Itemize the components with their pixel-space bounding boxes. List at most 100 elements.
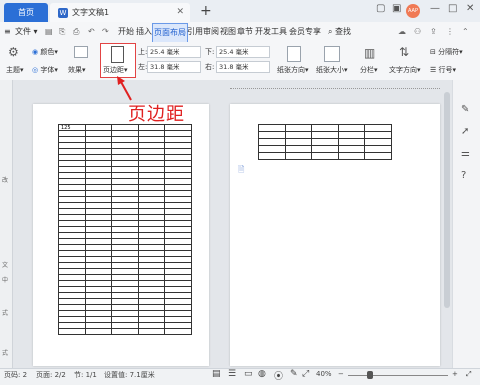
table-cell[interactable] xyxy=(337,152,366,160)
paper-size-button[interactable]: 纸张大小▾ xyxy=(316,65,348,75)
zoom-in-icon[interactable]: + xyxy=(452,370,458,378)
table-cell[interactable] xyxy=(137,328,166,335)
orientation-button[interactable]: 纸张方向▾ xyxy=(277,65,309,75)
window-layout-icon[interactable]: ▣ xyxy=(392,3,401,14)
table-cell[interactable] xyxy=(284,131,313,139)
colors-button[interactable]: ◉ 颜色▾ xyxy=(32,47,58,57)
table-cell[interactable] xyxy=(84,328,113,335)
table-cell[interactable] xyxy=(284,145,313,153)
table-cell[interactable] xyxy=(337,145,366,153)
page-view-icon[interactable]: ▤ xyxy=(212,369,221,379)
fonts-button[interactable]: ◎ 字体▾ xyxy=(32,65,58,75)
table-cell[interactable] xyxy=(258,152,286,160)
quick-export-icon[interactable]: ⎘ xyxy=(59,22,65,42)
table-cell[interactable] xyxy=(364,138,392,146)
table-cell[interactable] xyxy=(111,328,139,335)
redo-icon[interactable]: ↷ xyxy=(102,22,109,42)
menu-item[interactable]: 插入 xyxy=(136,22,152,42)
eye-protect-icon[interactable]: ⦿ xyxy=(274,369,283,382)
table-cell[interactable] xyxy=(311,131,339,139)
undo-icon[interactable]: ↶ xyxy=(88,22,95,42)
breaks-button[interactable]: ⊟ 分隔符▾ xyxy=(430,47,463,57)
table-cell[interactable] xyxy=(164,328,192,335)
table-cell[interactable] xyxy=(337,131,366,139)
effects-button[interactable]: 效果▾ xyxy=(68,65,86,75)
table-cell[interactable] xyxy=(311,152,339,160)
table-cell[interactable] xyxy=(258,124,286,132)
tab-home[interactable]: 首页 xyxy=(4,3,48,22)
edit-pen-icon[interactable]: ✎ xyxy=(461,104,469,115)
top-margin-field[interactable]: 25.4 毫米 xyxy=(147,46,201,58)
fullscreen-icon[interactable]: ⤢ xyxy=(302,369,309,379)
more-icon[interactable]: ⋮ xyxy=(446,22,454,42)
columns-button[interactable]: 分栏▾ xyxy=(360,65,378,75)
collaborate-icon[interactable]: ⚇ xyxy=(414,22,421,42)
theme-button[interactable]: 主题▾ xyxy=(6,65,24,75)
cloud-sync-icon[interactable]: ☁ xyxy=(398,22,406,42)
share-icon[interactable]: ⇪ xyxy=(430,22,437,42)
menu-item[interactable]: 开始 xyxy=(118,22,134,42)
table-cell[interactable] xyxy=(364,124,392,132)
settings-sliders-icon[interactable]: ⚌ xyxy=(461,148,470,159)
line-numbers-button[interactable]: ☰ 行号▾ xyxy=(430,65,456,75)
menu-item[interactable]: 视图 xyxy=(220,22,236,42)
effects-icon[interactable] xyxy=(74,46,88,58)
menu-item[interactable]: 审阅 xyxy=(203,22,219,42)
menu-file[interactable]: 文件 ▾ xyxy=(15,22,38,42)
table-cell[interactable] xyxy=(311,138,339,146)
table-cell[interactable] xyxy=(284,138,313,146)
read-view-icon[interactable]: ▭ xyxy=(244,369,253,379)
zoom-slider-handle[interactable] xyxy=(367,371,373,379)
close-window-icon[interactable]: ✕ xyxy=(466,3,474,14)
hamburger-icon[interactable]: ≡ xyxy=(4,22,11,42)
outline-view-icon[interactable]: ☰ xyxy=(228,369,236,379)
window-restore-icon[interactable]: ▢ xyxy=(376,3,385,14)
table-cell[interactable] xyxy=(364,152,392,160)
search-box[interactable]: ⌕ 查找 xyxy=(328,26,364,38)
menu-item[interactable]: 开发工具 xyxy=(255,22,287,42)
table-row xyxy=(258,152,392,160)
vertical-scrollbar[interactable] xyxy=(444,92,450,308)
table-cell[interactable] xyxy=(337,124,366,132)
table-cell[interactable] xyxy=(258,131,286,139)
zoom-slider[interactable] xyxy=(348,375,448,376)
table-cell[interactable] xyxy=(284,152,313,160)
fit-page-icon[interactable]: ⤢ xyxy=(466,370,472,379)
collapse-ribbon-icon[interactable]: ⌃ xyxy=(462,22,469,42)
web-view-icon[interactable]: ◍ xyxy=(258,369,266,379)
table-page-1[interactable] xyxy=(58,124,192,335)
table-cell[interactable] xyxy=(337,138,366,146)
table-page-2[interactable] xyxy=(258,124,392,160)
table-cell[interactable] xyxy=(364,131,392,139)
table-cell[interactable] xyxy=(311,124,339,132)
menu-item[interactable]: 会员专享 xyxy=(289,22,321,42)
right-margin-field[interactable]: 31.8 毫米 xyxy=(216,61,270,73)
menu-item[interactable]: 引用 xyxy=(187,22,203,42)
avatar[interactable]: AAP xyxy=(406,4,420,18)
text-direction-button[interactable]: 文字方向▾ xyxy=(389,65,421,75)
zoom-level[interactable]: 40% xyxy=(316,370,332,378)
tab-document[interactable]: W 文字文稿1 ✕ xyxy=(50,3,190,22)
maximize-icon[interactable]: □ xyxy=(448,3,457,14)
menu-item[interactable]: 章节 xyxy=(237,22,253,42)
theme-icon[interactable]: ⚙ xyxy=(8,45,24,59)
table-cell[interactable] xyxy=(258,145,286,153)
quick-save-icon[interactable]: ▤ xyxy=(45,22,53,42)
table-row xyxy=(258,124,392,132)
table-cell[interactable] xyxy=(258,138,286,146)
paste-options-icon[interactable]: 🗎 xyxy=(238,164,244,178)
close-tab-icon[interactable]: ✕ xyxy=(176,3,184,22)
minimize-icon[interactable]: — xyxy=(430,3,440,14)
table-cell[interactable] xyxy=(364,145,392,153)
bottom-margin-field[interactable]: 25.4 毫米 xyxy=(216,46,270,58)
select-cursor-icon[interactable]: ➚ xyxy=(461,126,469,137)
pen-icon[interactable]: ✎ xyxy=(290,369,298,379)
zoom-out-icon[interactable]: − xyxy=(338,370,344,378)
table-cell[interactable] xyxy=(58,328,86,335)
left-margin-field[interactable]: 31.8 毫米 xyxy=(147,61,201,73)
help-icon[interactable]: ? xyxy=(461,170,466,181)
new-tab-button[interactable]: + xyxy=(200,3,212,19)
quick-print-icon[interactable]: ⎙ xyxy=(73,22,79,42)
table-cell[interactable] xyxy=(284,124,313,132)
table-cell[interactable] xyxy=(311,145,339,153)
